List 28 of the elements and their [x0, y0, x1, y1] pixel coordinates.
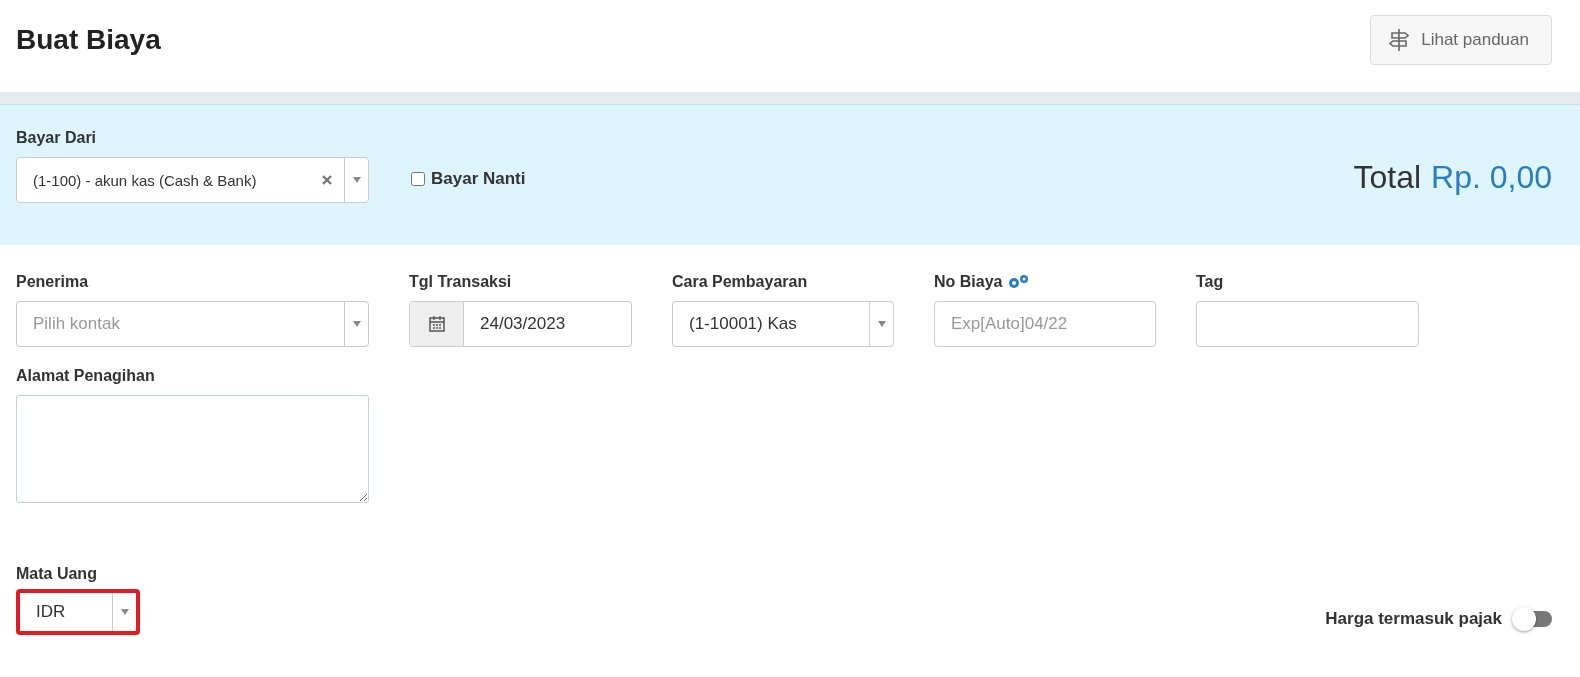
field-label: Cara Pembayaran: [672, 273, 808, 291]
field-label: Tgl Transaksi: [409, 273, 512, 291]
field-label: Alamat Penagihan: [16, 367, 156, 385]
select-field[interactable]: (1-10001) Kas: [672, 301, 894, 347]
caret-icon: [352, 321, 361, 327]
tag-field[interactable]: [1196, 301, 1419, 347]
field-label: No Biaya: [934, 273, 1003, 291]
field-label: Penerima: [16, 273, 89, 291]
signpost-icon: [1389, 29, 1410, 51]
toggle-label: Harga termasuk pajak: [1325, 609, 1502, 629]
select-field[interactable]: (1-100) - akun kas (Cash & Bank): [16, 157, 369, 203]
field-label: Tag: [1196, 273, 1224, 291]
field-label: Bayar Dari: [16, 129, 98, 147]
calendar-icon: [428, 316, 445, 332]
pay-later-checkbox[interactable]: [411, 172, 425, 186]
checkbox-label: Bayar Nanti: [431, 169, 526, 189]
page-title: Buat Biaya: [16, 24, 161, 56]
caret-icon: [120, 609, 129, 615]
caret-icon: [877, 321, 886, 327]
guide-button[interactable]: Lihat panduan: [1370, 15, 1552, 65]
total-amount: Rp. 0,00: [1431, 159, 1552, 196]
field-label: Mata Uang: [16, 565, 98, 583]
total-label: Total: [1353, 159, 1422, 196]
clear-icon[interactable]: [322, 175, 332, 185]
settings-icon[interactable]: [1006, 274, 1031, 290]
date-field[interactable]: 24/03/2023: [409, 301, 632, 347]
currency-select[interactable]: IDR: [16, 589, 140, 635]
caret-icon: [352, 177, 361, 183]
